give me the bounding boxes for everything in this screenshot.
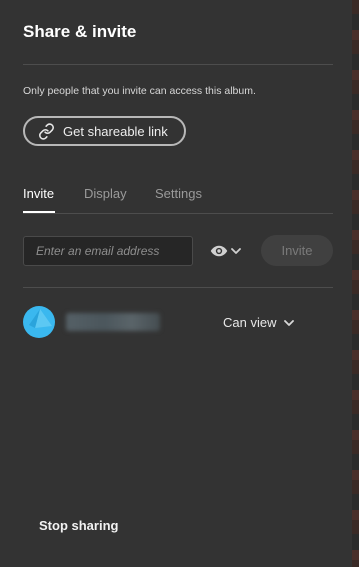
tab-display[interactable]: Display: [84, 186, 127, 201]
get-shareable-link-button[interactable]: Get shareable link: [23, 116, 186, 146]
tab-settings[interactable]: Settings: [155, 186, 202, 201]
eye-icon: [210, 245, 228, 257]
divider: [23, 213, 333, 214]
member-role-label: Can view: [223, 315, 277, 330]
invite-button[interactable]: Invite: [261, 235, 333, 266]
tab-invite[interactable]: Invite: [23, 186, 54, 201]
share-invite-panel: Share & invite Only people that you invi…: [0, 0, 352, 567]
stop-sharing-button[interactable]: Stop sharing: [39, 518, 118, 533]
get-shareable-link-label: Get shareable link: [63, 123, 168, 139]
dialog-title: Share & invite: [23, 22, 137, 41]
chevron-down-icon: [231, 248, 241, 254]
access-description: Only people that you invite can access t…: [23, 85, 256, 97]
chevron-down-icon: [284, 319, 295, 326]
divider: [23, 287, 333, 288]
tab-bar: Invite Display Settings: [23, 186, 333, 214]
member-role-dropdown[interactable]: Can view: [223, 315, 295, 330]
email-input[interactable]: [23, 236, 193, 266]
link-icon: [39, 122, 54, 140]
background-edge: [352, 0, 359, 567]
member-name-redacted: [66, 313, 160, 331]
permission-dropdown[interactable]: [210, 240, 244, 262]
divider: [23, 64, 333, 65]
avatar: [23, 306, 55, 338]
member-row: Can view: [23, 306, 333, 338]
